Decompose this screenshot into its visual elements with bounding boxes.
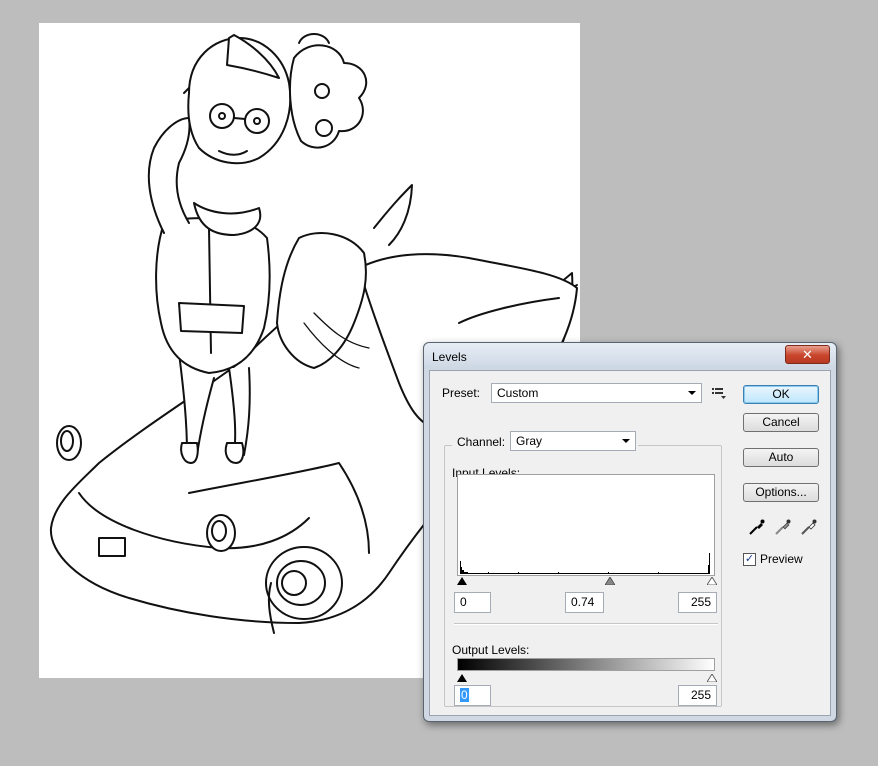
channel-value: Gray xyxy=(516,434,543,448)
input-black-field[interactable]: 0 xyxy=(454,592,491,613)
input-black-value: 0 xyxy=(460,595,467,609)
gray-eyedropper-icon[interactable] xyxy=(774,518,792,536)
white-eyedropper-icon[interactable] xyxy=(800,518,818,536)
output-white-field[interactable]: 255 xyxy=(678,685,717,706)
preset-label: Preset: xyxy=(442,386,481,400)
output-levels-label: Output Levels: xyxy=(452,643,530,657)
cancel-label: Cancel xyxy=(762,415,800,429)
dialog-client-area: Preset: Custom OK Cancel Auto Options... xyxy=(429,370,831,716)
auto-label: Auto xyxy=(768,450,794,464)
histogram-graph xyxy=(460,553,710,574)
histogram xyxy=(457,474,715,576)
options-button[interactable]: Options... xyxy=(743,483,819,502)
preset-dropdown[interactable]: Custom xyxy=(491,383,702,403)
output-black-field[interactable]: 0 xyxy=(454,685,491,706)
cancel-button[interactable]: Cancel xyxy=(743,413,819,432)
input-gamma-field[interactable]: 0.74 xyxy=(565,592,604,613)
output-black-value: 0 xyxy=(460,688,469,702)
input-gamma-slider[interactable] xyxy=(605,577,615,585)
ok-button[interactable]: OK xyxy=(743,385,819,404)
check-icon: ✓ xyxy=(744,553,755,565)
ok-label: OK xyxy=(772,387,790,401)
output-gradient-bar xyxy=(457,658,715,671)
levels-dialog: Levels ✕ Preset: Custom OK Cancel Auto O… xyxy=(423,342,837,722)
output-black-slider[interactable] xyxy=(457,674,467,682)
input-black-slider[interactable] xyxy=(457,577,467,585)
dialog-titlebar[interactable]: Levels ✕ xyxy=(424,343,836,369)
dialog-title: Levels xyxy=(432,350,467,364)
chevron-down-icon xyxy=(622,439,630,443)
levels-separator xyxy=(454,623,718,625)
options-label: Options... xyxy=(755,485,807,499)
input-white-value: 255 xyxy=(690,595,711,609)
output-white-value: 255 xyxy=(690,688,711,702)
input-white-field[interactable]: 255 xyxy=(678,592,717,613)
chevron-down-icon xyxy=(688,391,696,395)
close-button[interactable]: ✕ xyxy=(785,345,830,364)
preset-options-icon[interactable] xyxy=(712,387,726,399)
preview-label: Preview xyxy=(760,552,803,566)
preset-value: Custom xyxy=(497,386,539,400)
output-white-slider[interactable] xyxy=(707,674,717,682)
channel-label: Channel: xyxy=(457,435,506,449)
preview-checkbox[interactable]: ✓ xyxy=(743,553,756,566)
input-gamma-value: 0.74 xyxy=(571,595,595,609)
black-eyedropper-icon[interactable] xyxy=(748,518,766,536)
channel-dropdown[interactable]: Gray xyxy=(510,431,636,451)
input-white-slider[interactable] xyxy=(707,577,717,585)
close-icon: ✕ xyxy=(802,347,813,362)
auto-button[interactable]: Auto xyxy=(743,448,819,467)
